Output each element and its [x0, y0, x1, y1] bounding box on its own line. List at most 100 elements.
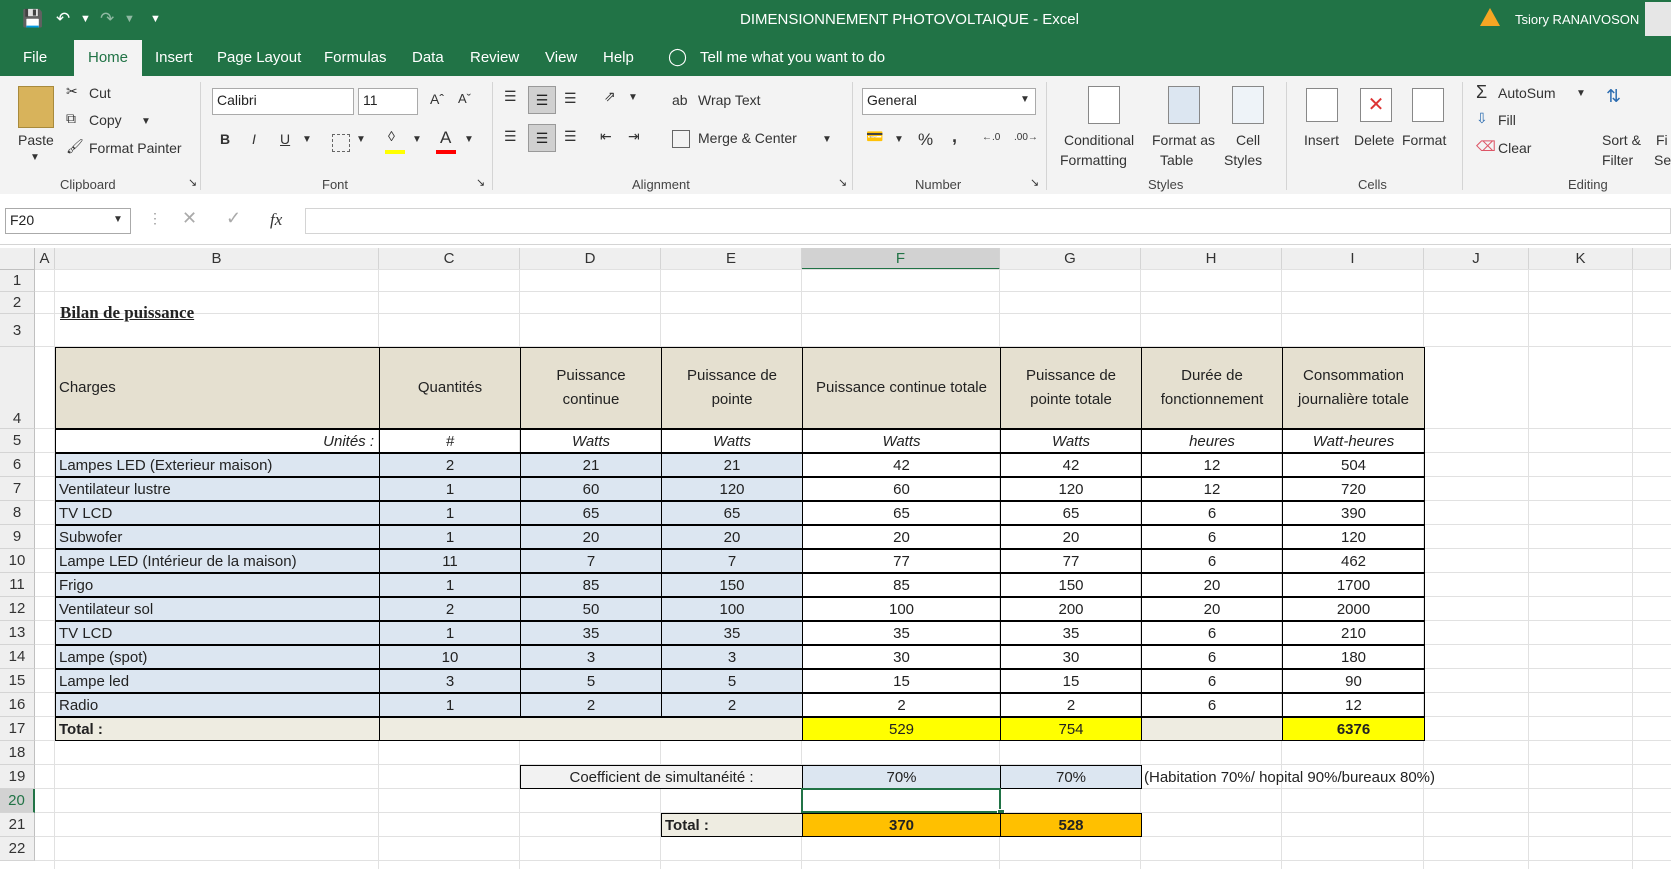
- charge-name-cell[interactable]: Lampe (spot): [55, 645, 380, 669]
- format-as-table-label-2[interactable]: Table: [1160, 152, 1193, 168]
- quantite-cell[interactable]: 1: [379, 573, 521, 597]
- clipboard-launcher-icon[interactable]: ↘: [188, 176, 197, 189]
- charge-name-cell[interactable]: Lampes LED (Exterieur maison): [55, 453, 380, 477]
- puissance-continue-cell[interactable]: 3: [520, 645, 662, 669]
- increase-indent-icon[interactable]: ⇥: [628, 128, 640, 145]
- sheet-title[interactable]: Bilan de puissance: [57, 302, 357, 324]
- align-top-icon[interactable]: ☰: [504, 88, 517, 105]
- percent-button[interactable]: %: [918, 130, 933, 150]
- align-center-icon[interactable]: ☰: [528, 124, 556, 152]
- name-box-dropdown-icon[interactable]: ▼: [113, 214, 123, 225]
- italic-button[interactable]: I: [252, 131, 256, 147]
- row-header-14[interactable]: 14: [0, 645, 35, 669]
- header-quantites[interactable]: Quantités: [379, 347, 521, 429]
- row-header-11[interactable]: 11: [0, 573, 35, 597]
- consommation-cell[interactable]: 720: [1282, 477, 1425, 501]
- font-color-dropdown-icon[interactable]: ▼: [464, 134, 474, 145]
- total-consommation[interactable]: 6376: [1282, 717, 1425, 741]
- column-header-g[interactable]: G: [1000, 248, 1141, 270]
- duree-cell[interactable]: 6: [1141, 645, 1283, 669]
- row-header-12[interactable]: 12: [0, 597, 35, 621]
- charge-name-cell[interactable]: Frigo: [55, 573, 380, 597]
- align-right-icon[interactable]: ☰: [564, 128, 577, 145]
- row-header-8[interactable]: 8: [0, 501, 35, 525]
- puissance-continue-cell[interactable]: 2: [520, 693, 662, 717]
- sort-filter-button[interactable]: Sort &: [1602, 132, 1641, 148]
- charge-name-cell[interactable]: Radio: [55, 693, 380, 717]
- column-header-h[interactable]: H: [1141, 248, 1282, 270]
- clear-icon[interactable]: ⌫: [1476, 138, 1496, 155]
- borders-icon[interactable]: [332, 134, 350, 152]
- merge-center-button[interactable]: Merge & Center: [698, 130, 797, 146]
- underline-dropdown-icon[interactable]: ▼: [302, 134, 312, 145]
- enter-icon[interactable]: ✓: [226, 208, 241, 229]
- row-header-4[interactable]: 4: [0, 347, 35, 429]
- conditional-formatting-button[interactable]: Conditional: [1064, 132, 1134, 148]
- comma-button[interactable]: ,: [952, 126, 957, 147]
- consommation-cell[interactable]: 120: [1282, 525, 1425, 549]
- find-select-button[interactable]: Fi: [1656, 132, 1668, 148]
- row-header-17[interactable]: 17: [0, 717, 35, 741]
- row-header-1[interactable]: 1: [0, 270, 35, 292]
- clear-button[interactable]: Clear: [1498, 140, 1531, 156]
- puissance-continue-totale-cell[interactable]: 65: [802, 501, 1001, 525]
- insert-function-button[interactable]: fx: [270, 210, 282, 230]
- puissance-pointe-totale-cell[interactable]: 30: [1000, 645, 1142, 669]
- puissance-pointe-totale-cell[interactable]: 120: [1000, 477, 1142, 501]
- row-header-19[interactable]: 19: [0, 765, 35, 789]
- puissance-pointe-cell[interactable]: 120: [661, 477, 803, 501]
- align-bottom-icon[interactable]: ☰: [564, 90, 577, 107]
- puissance-continue-totale-cell[interactable]: 2: [802, 693, 1001, 717]
- cut-button[interactable]: Cut: [89, 85, 111, 101]
- accounting-icon[interactable]: 💳: [866, 128, 883, 145]
- align-left-icon[interactable]: ☰: [504, 128, 517, 145]
- insert-cells-button[interactable]: Insert: [1304, 132, 1339, 148]
- coef-note[interactable]: (Habitation 70%/ hopital 90%/bureaux 80%…: [1141, 765, 1471, 789]
- fill-color-icon[interactable]: ◊: [388, 128, 395, 144]
- unit-puissance-continue[interactable]: Watts: [520, 429, 662, 453]
- consommation-cell[interactable]: 12: [1282, 693, 1425, 717]
- column-header-e[interactable]: E: [661, 248, 802, 270]
- copy-button[interactable]: Copy: [89, 112, 122, 128]
- grow-font-icon[interactable]: Aˆ: [430, 91, 444, 107]
- consommation-cell[interactable]: 504: [1282, 453, 1425, 477]
- header-puissance-pointe[interactable]: Puissance de pointe: [661, 347, 803, 429]
- puissance-pointe-cell[interactable]: 7: [661, 549, 803, 573]
- row-header-16[interactable]: 16: [0, 693, 35, 717]
- row-header-15[interactable]: 15: [0, 669, 35, 693]
- quantite-cell[interactable]: 1: [379, 477, 521, 501]
- puissance-continue-totale-cell[interactable]: 15: [802, 669, 1001, 693]
- sort-filter-icon[interactable]: ⇅: [1606, 86, 1621, 107]
- tab-formulas[interactable]: Formulas: [324, 49, 387, 66]
- duree-cell[interactable]: 20: [1141, 573, 1283, 597]
- puissance-continue-cell[interactable]: 20: [520, 525, 662, 549]
- row-header-18[interactable]: 18: [0, 741, 35, 765]
- puissance-continue-totale-cell[interactable]: 20: [802, 525, 1001, 549]
- consommation-cell[interactable]: 390: [1282, 501, 1425, 525]
- merge-dropdown-icon[interactable]: ▼: [822, 134, 832, 145]
- puissance-continue-cell[interactable]: 65: [520, 501, 662, 525]
- quantite-cell[interactable]: 10: [379, 645, 521, 669]
- total-puissance-pointe[interactable]: 754: [1000, 717, 1142, 741]
- row-header-10[interactable]: 10: [0, 549, 35, 573]
- undo-dropdown-icon[interactable]: ▼: [80, 13, 91, 25]
- avatar[interactable]: [1645, 2, 1671, 36]
- formula-input[interactable]: [305, 208, 1671, 234]
- puissance-pointe-totale-cell[interactable]: 2: [1000, 693, 1142, 717]
- quantite-cell[interactable]: 3: [379, 669, 521, 693]
- charge-name-cell[interactable]: Lampe LED (Intérieur de la maison): [55, 549, 380, 573]
- puissance-pointe-totale-cell[interactable]: 42: [1000, 453, 1142, 477]
- puissance-continue-cell[interactable]: 7: [520, 549, 662, 573]
- tab-file[interactable]: File: [23, 49, 47, 66]
- format-as-table-button[interactable]: Format as: [1152, 132, 1215, 148]
- alignment-launcher-icon[interactable]: ↘: [838, 176, 847, 189]
- delete-cells-button[interactable]: Delete: [1354, 132, 1394, 148]
- consommation-cell[interactable]: 210: [1282, 621, 1425, 645]
- column-header-l[interactable]: [1633, 248, 1671, 270]
- font-name-select[interactable]: Calibri: [212, 88, 354, 115]
- puissance-pointe-cell[interactable]: 5: [661, 669, 803, 693]
- undo-icon[interactable]: ↶: [56, 9, 70, 29]
- puissance-continue-totale-cell[interactable]: 100: [802, 597, 1001, 621]
- charge-name-cell[interactable]: TV LCD: [55, 501, 380, 525]
- conditional-formatting-label-2[interactable]: Formatting: [1060, 152, 1127, 168]
